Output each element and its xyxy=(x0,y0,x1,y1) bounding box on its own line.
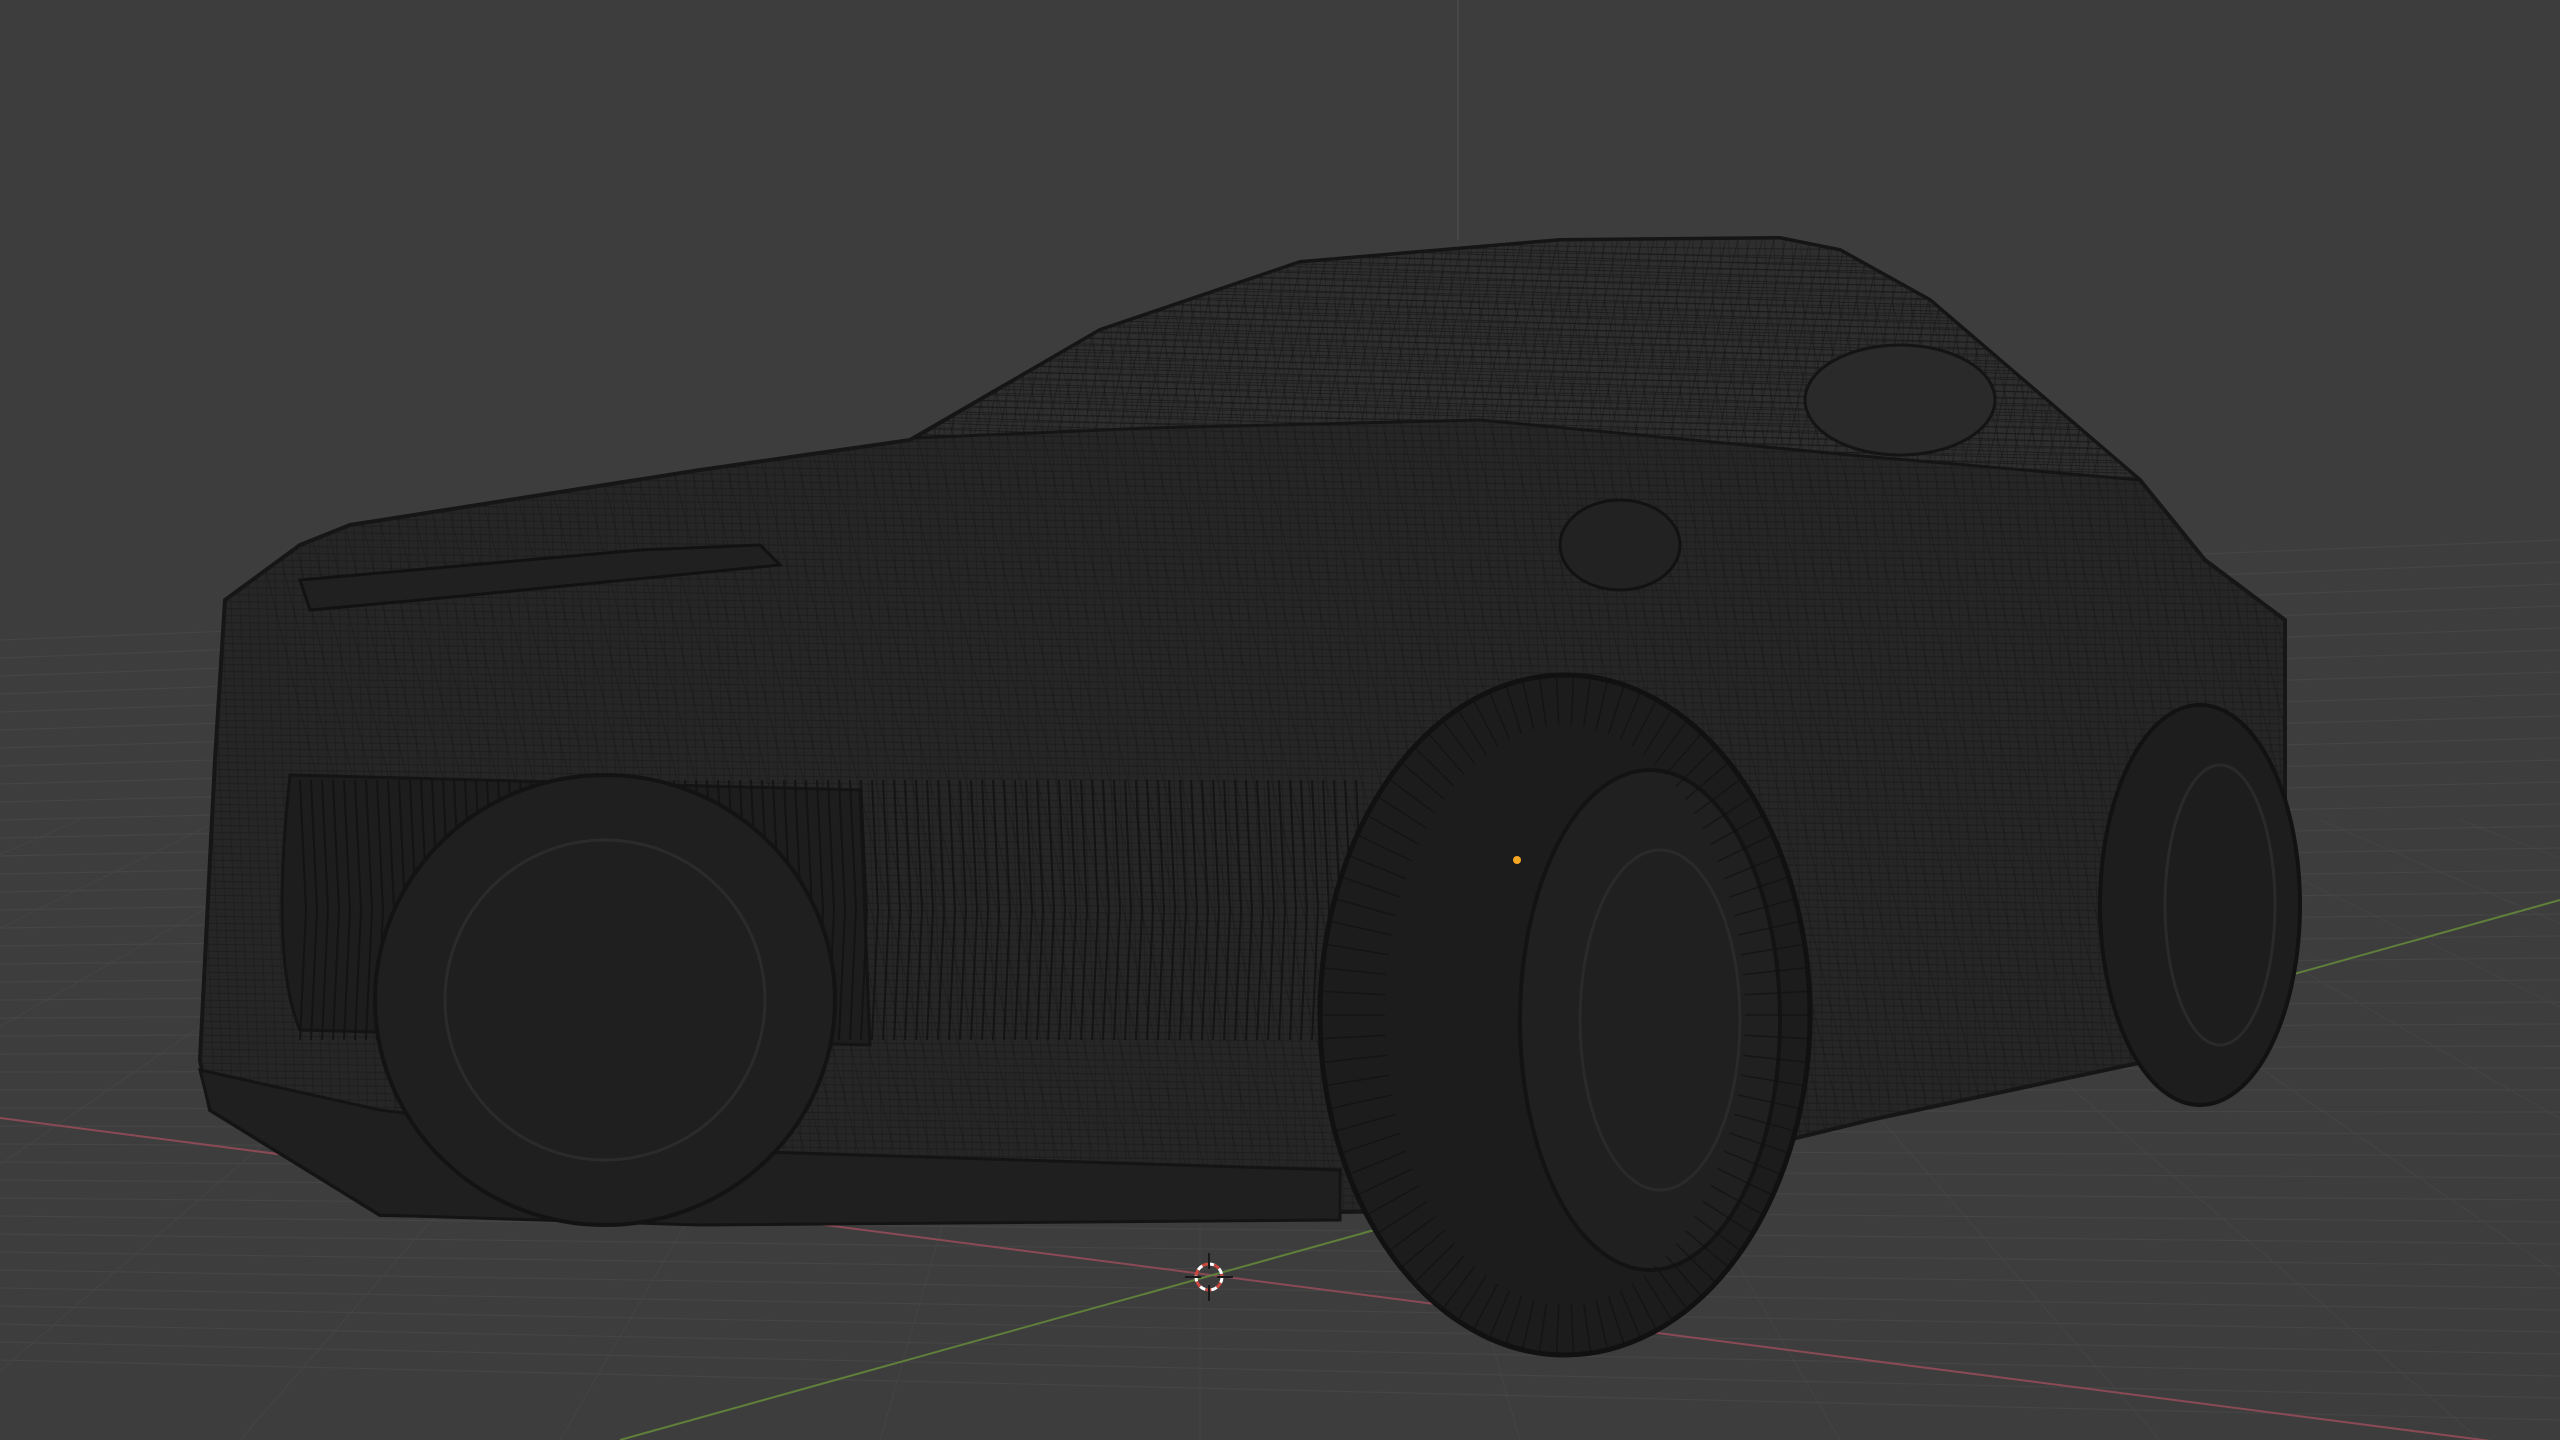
front-right-wheel xyxy=(1317,672,1813,1358)
viewport-canvas[interactable] xyxy=(0,0,2560,1440)
rear-right-wheel xyxy=(2098,703,2302,1107)
3d-viewport[interactable] xyxy=(0,0,2560,1440)
object-origin-dot[interactable] xyxy=(1513,856,1521,864)
rear-window-ring xyxy=(1803,343,1997,457)
side-mirror xyxy=(1558,498,1682,592)
front-left-wheel xyxy=(373,773,837,1227)
car-mesh[interactable] xyxy=(180,220,2560,1358)
